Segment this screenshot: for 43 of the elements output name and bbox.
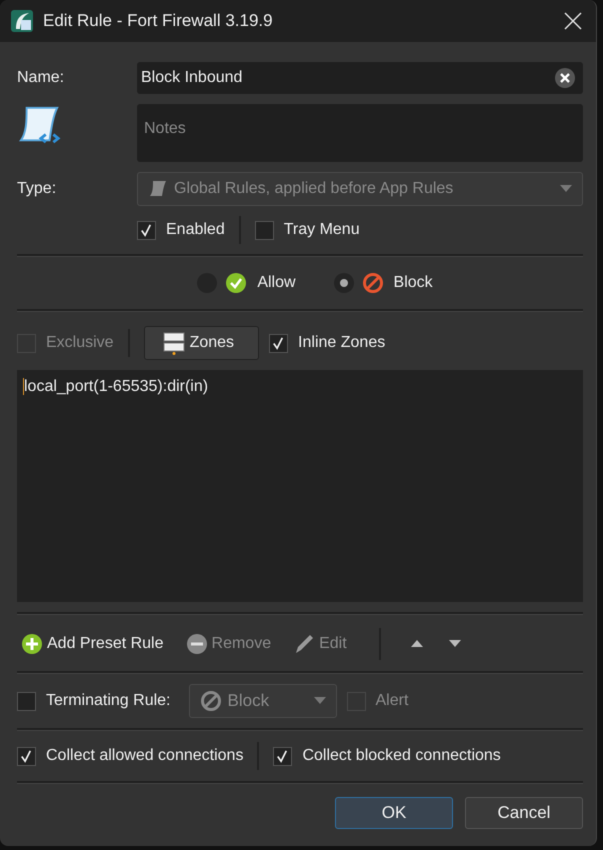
- dropdown-arrow-icon: [560, 185, 572, 193]
- checkbox[interactable]: [269, 334, 288, 352]
- pencil-icon: [293, 633, 316, 655]
- checkbox-label: Terminating Rule:: [46, 692, 170, 710]
- checkbox[interactable]: [17, 692, 36, 710]
- block-icon: [362, 272, 384, 294]
- radio-label: Allow: [257, 274, 296, 292]
- check-circle-icon: [225, 272, 248, 294]
- rule-text-editor[interactable]: local_port(1-65535):dir(in): [17, 370, 583, 602]
- notes-field[interactable]: Notes: [137, 104, 583, 162]
- radio-label: Block: [394, 274, 433, 292]
- checkbox-label: Enabled: [166, 221, 225, 239]
- app-logo-icon: [10, 9, 34, 33]
- checkbox-label: Collect allowed connections: [46, 747, 244, 765]
- dialog-button[interactable]: OK: [335, 797, 453, 829]
- name-field[interactable]: Block Inbound: [137, 62, 583, 94]
- checkbox-label: Inline Zones: [298, 334, 386, 352]
- block-icon: [200, 690, 222, 712]
- checkbox[interactable]: [137, 220, 156, 240]
- checkbox[interactable]: [17, 746, 36, 766]
- server-icon: [162, 331, 186, 355]
- radio-button[interactable]: [334, 273, 354, 293]
- checkbox[interactable]: [273, 746, 292, 766]
- window-title: Edit Rule - Fort Firewall 3.19.9: [43, 11, 274, 31]
- checkbox-label: Alert: [376, 692, 408, 710]
- plus-icon: [21, 633, 43, 655]
- checkbox-label: Collect blocked connections: [302, 747, 501, 765]
- scroll-icon: [148, 179, 168, 199]
- move-up-icon[interactable]: [410, 640, 423, 648]
- checkbox[interactable]: [254, 220, 274, 240]
- dropdown-arrow-icon: [314, 697, 326, 705]
- move-down-icon[interactable]: [448, 640, 461, 648]
- checkbox-label: Exclusive: [46, 334, 114, 352]
- minus-icon: [186, 633, 208, 655]
- close-icon[interactable]: [564, 12, 582, 30]
- field-label: Type:: [17, 180, 58, 198]
- field-label: Name:: [17, 69, 66, 87]
- clear-icon[interactable]: [555, 68, 575, 88]
- scroll-icon: [17, 104, 63, 146]
- dialog-button[interactable]: Cancel: [465, 797, 583, 829]
- zones-button[interactable]: Zones: [144, 326, 260, 360]
- checkbox-label: Tray Menu: [284, 221, 360, 239]
- toolbar-button[interactable]: Add Preset Rule: [17, 633, 182, 655]
